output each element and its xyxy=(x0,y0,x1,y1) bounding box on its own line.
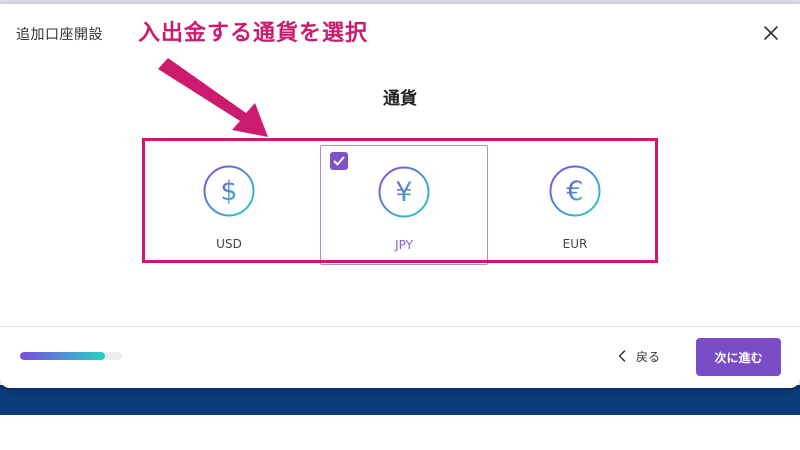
next-button[interactable]: 次に進む xyxy=(696,338,781,376)
chevron-left-icon xyxy=(618,350,626,362)
euro-icon: € xyxy=(549,165,601,217)
currency-label-eur: EUR xyxy=(562,237,588,251)
currency-card-usd[interactable]: $ USD xyxy=(145,145,313,265)
currency-label-usd: USD xyxy=(216,237,242,251)
back-button[interactable]: 戻る xyxy=(618,344,660,368)
dollar-symbol: $ xyxy=(220,176,237,207)
background-band xyxy=(0,385,800,415)
currency-card-jpy[interactable]: ¥ JPY xyxy=(320,145,488,265)
modal-title: 追加口座開設 xyxy=(16,27,103,43)
footer-divider xyxy=(0,326,800,327)
euro-symbol: € xyxy=(566,176,583,207)
close-button[interactable] xyxy=(760,22,782,44)
selected-checkbox[interactable] xyxy=(330,152,348,170)
add-account-modal: 追加口座開設 通貨 $ USD ¥ JPY € EUR 戻る 次に進む xyxy=(0,4,800,388)
currency-options: $ USD ¥ JPY € EUR xyxy=(145,145,655,265)
currency-card-eur[interactable]: € EUR xyxy=(495,145,655,265)
section-title: 通貨 xyxy=(383,89,417,109)
yen-symbol: ¥ xyxy=(395,177,412,208)
dollar-icon: $ xyxy=(203,165,255,217)
back-label: 戻る xyxy=(636,349,661,364)
progress-fill xyxy=(20,352,105,360)
progress-bar xyxy=(20,352,122,360)
close-icon xyxy=(764,26,778,40)
check-icon xyxy=(333,156,345,166)
yen-icon: ¥ xyxy=(378,166,430,218)
annotation-text: 入出金する通貨を選択 xyxy=(138,21,369,46)
currency-label-jpy: JPY xyxy=(395,238,413,252)
